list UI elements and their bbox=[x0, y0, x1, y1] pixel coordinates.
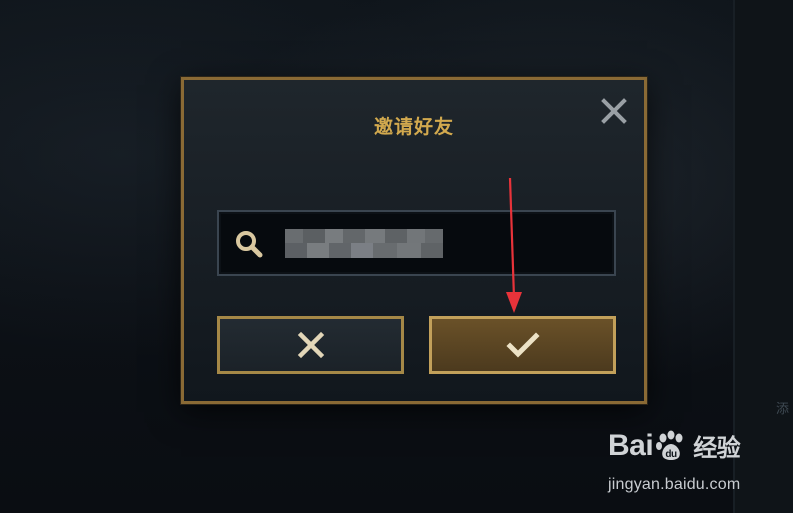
checkmark-icon bbox=[505, 332, 540, 358]
paw-icon: du bbox=[656, 430, 683, 460]
close-icon[interactable] bbox=[600, 97, 628, 125]
baidu-watermark: Bai du 经验 jingyan.baidu.com bbox=[608, 428, 778, 498]
obscured-name-text bbox=[285, 229, 443, 258]
logo-text-jingyan: 经验 bbox=[693, 434, 741, 462]
confirm-button[interactable] bbox=[429, 316, 616, 374]
dialog-title: 邀请好友 bbox=[373, 116, 454, 138]
baidu-logo: Bai du 经验 bbox=[608, 428, 741, 463]
logo-text-bai: Bai bbox=[608, 428, 654, 462]
search-icon bbox=[234, 229, 264, 259]
x-icon bbox=[297, 331, 324, 359]
logo-text-du: du bbox=[666, 449, 678, 460]
invite-friend-dialog: 邀请好友 bbox=[181, 77, 647, 404]
side-panel-text: 添 bbox=[775, 402, 789, 417]
friend-search-field[interactable] bbox=[217, 210, 616, 276]
cancel-button[interactable] bbox=[217, 316, 404, 374]
watermark-url: jingyan.baidu.com bbox=[608, 476, 741, 493]
